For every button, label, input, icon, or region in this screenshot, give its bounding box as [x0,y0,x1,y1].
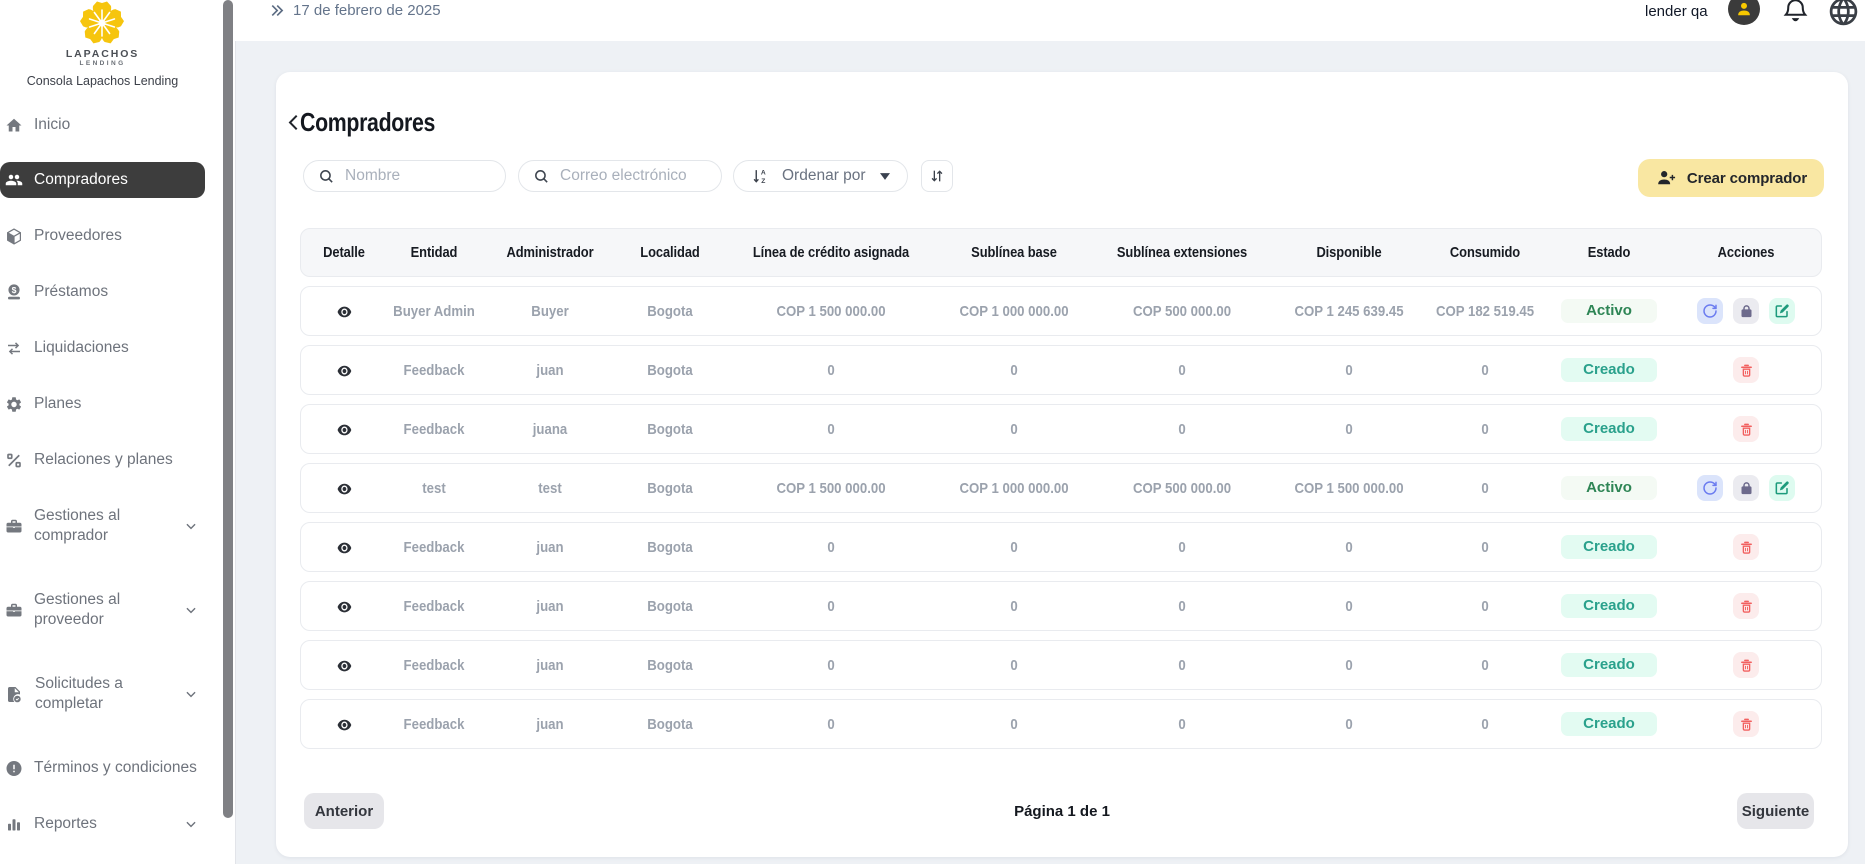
svg-text:$: $ [12,285,17,295]
svg-text:Z: Z [761,177,765,184]
svg-text:A: A [761,169,766,176]
